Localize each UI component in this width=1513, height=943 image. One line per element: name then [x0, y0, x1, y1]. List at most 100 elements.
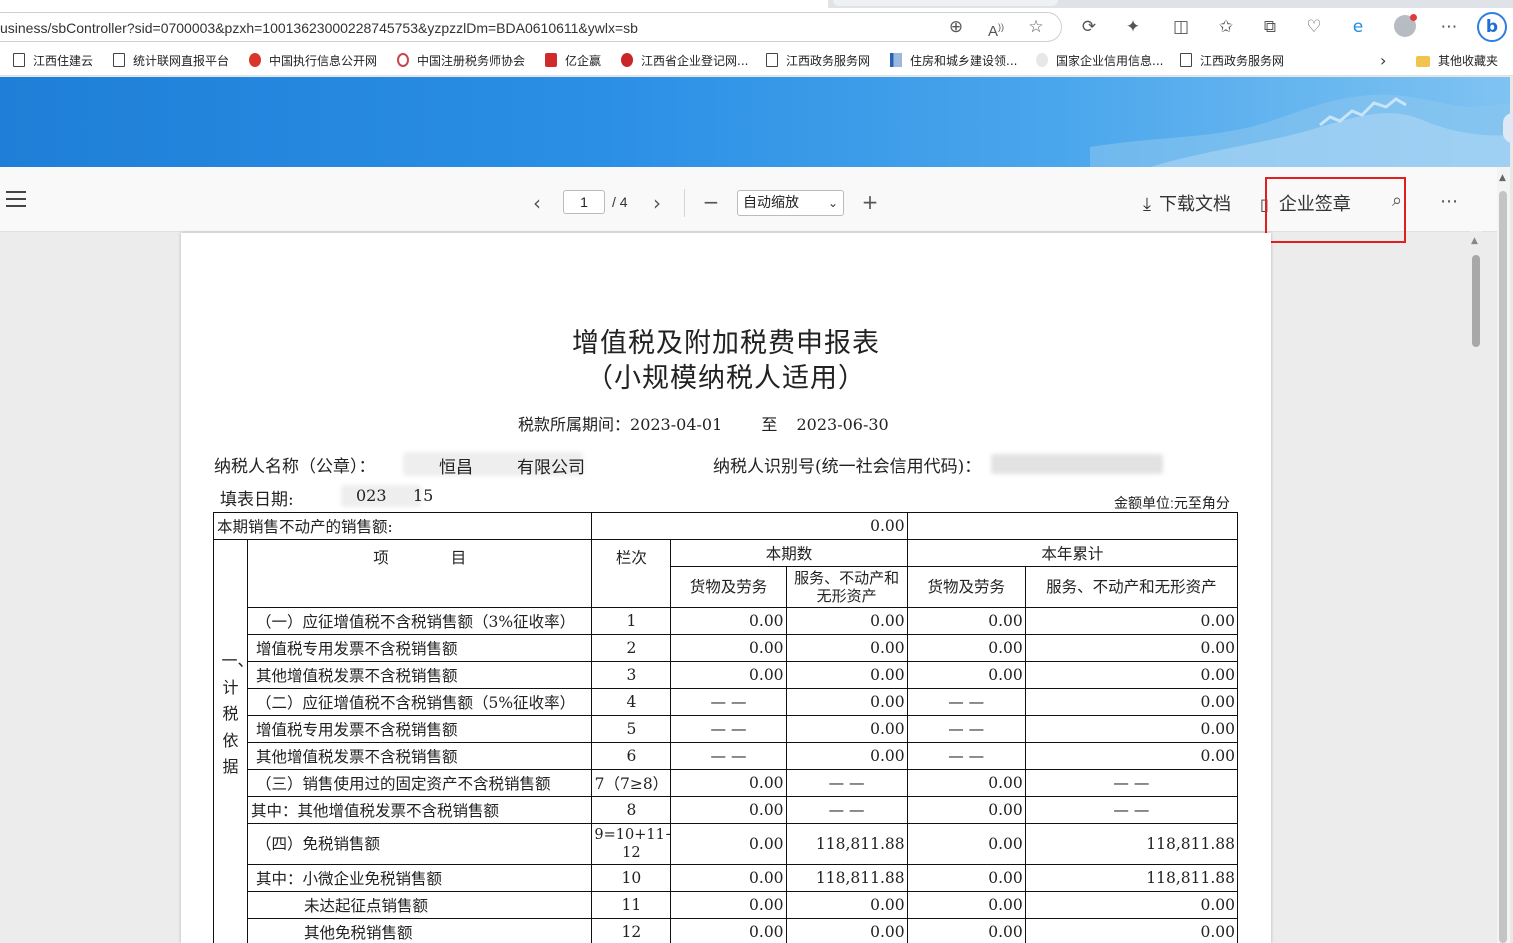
row-current-goods: 0.00: [670, 769, 787, 797]
favorite-star-icon[interactable]: ☆: [1025, 16, 1047, 38]
sidebar-toggle-icon[interactable]: [6, 191, 26, 207]
active-tab[interactable]: [0, 0, 828, 8]
bookmark-item[interactable]: 住房和城乡建设领...: [890, 52, 1017, 70]
row-ytd-services: 0.00: [1024, 891, 1239, 919]
tax-period-start: 2023-04-01: [630, 415, 723, 434]
bookmark-item[interactable]: 江西政务服务网: [1180, 52, 1284, 70]
row-current-services: 0.00: [785, 607, 908, 635]
scrollbar-thumb[interactable]: [1472, 255, 1480, 347]
tax-period: 税款所属期间：2023-04-01 至 2023-06-30: [518, 411, 889, 435]
emblem-icon: [249, 53, 261, 67]
next-page-icon[interactable]: ›: [648, 191, 666, 215]
zoom-icon[interactable]: ⊕: [945, 16, 967, 38]
bookmark-label: 江西政务服务网: [786, 54, 871, 68]
read-aloud-icon[interactable]: A)): [985, 16, 1007, 40]
refresh-extension-icon[interactable]: ⟳: [1078, 16, 1100, 38]
bing-copilot-icon[interactable]: b: [1477, 12, 1507, 42]
other-bookmarks-label: 其他收藏夹: [1438, 54, 1499, 68]
document-title: 增值税及附加税费申报表: [572, 328, 880, 359]
row-item: 其他免税销售额: [247, 918, 593, 943]
row-ytd-services: 0.00: [1024, 918, 1239, 943]
extensions-icon[interactable]: ✦: [1122, 16, 1144, 38]
chevron-right-icon[interactable]: ›: [1380, 51, 1386, 70]
scroll-up-arrow-icon[interactable]: ▲: [1499, 173, 1506, 183]
bookmark-item[interactable]: 中国注册税务师协会: [397, 52, 525, 70]
row-ytd-services: 0.00: [1024, 607, 1239, 635]
section-label: 一、计税依据: [212, 539, 249, 943]
row-ytd-goods: 0.00: [906, 918, 1026, 943]
bookmark-item[interactable]: 国家企业信用信息...: [1036, 52, 1163, 70]
great-wall-illustration: [1090, 94, 1510, 167]
subheader-services: 服务、不动产和 无形资产: [785, 566, 908, 608]
real-estate-value: 0.00: [591, 512, 908, 540]
row-item: 增值税专用发票不含税销售额: [247, 634, 593, 662]
row-current-services: 0.00: [785, 918, 908, 943]
row-current-services: 118,811.88: [785, 864, 908, 892]
address-bar: usiness/sbController?sid=0700003&pzxh=10…: [0, 8, 1513, 46]
bookmark-label: 中国执行信息公开网: [269, 54, 378, 68]
side-panel-handle[interactable]: [1503, 113, 1513, 143]
split-screen-icon[interactable]: ◫: [1170, 16, 1192, 38]
header-year-to-date: 本年累计: [906, 539, 1239, 567]
zoom-select[interactable]: 自动缩放 ⌄: [737, 190, 844, 216]
faded-logo-icon: [1036, 53, 1048, 67]
row-column-number: 9=10+11+ 12: [591, 823, 672, 865]
bookmark-item[interactable]: 亿企赢: [545, 52, 601, 70]
bookmark-item[interactable]: 江西省企业登记网...: [621, 52, 748, 70]
row-item: （一）应征增值税不含税销售额（3%征收率）: [247, 607, 593, 635]
inactive-tab[interactable]: [833, 0, 1058, 6]
table-row: 其他免税销售额 12 0.00 0.00 0.00 0.00: [214, 918, 1239, 943]
row-ytd-services: 0.00: [1024, 715, 1239, 743]
search-icon[interactable]: ⌕: [1386, 189, 1408, 213]
document-scrollbar[interactable]: ▲: [1470, 231, 1482, 943]
previous-page-icon[interactable]: ‹: [528, 191, 546, 215]
browser-essentials-icon[interactable]: ♡: [1303, 16, 1325, 38]
page-number-input[interactable]: 1: [563, 190, 605, 214]
row-column-number: 10: [591, 864, 672, 892]
other-bookmarks-folder[interactable]: 其他收藏夹: [1416, 52, 1498, 70]
row-current-goods: 0.00: [670, 823, 787, 865]
download-button[interactable]: ⤓ 下载文档: [1143, 193, 1231, 217]
bookmark-label: 住房和城乡建设领...: [910, 54, 1018, 68]
row-item: 未达起征点销售额: [247, 891, 593, 919]
bookmark-item[interactable]: 中国执行信息公开网: [249, 52, 377, 70]
scrollbar-thumb[interactable]: [1499, 191, 1507, 943]
page-scrollbar[interactable]: ▲: [1497, 167, 1510, 943]
header-current-period: 本期数: [670, 539, 908, 567]
row-item: 其中：小微企业免税销售额: [247, 864, 593, 892]
zoom-value: 自动缩放: [743, 195, 799, 211]
taxpayer-name-label: 纳税人名称（公章）：: [214, 457, 376, 477]
taxpayer-name-fragment: 恒昌: [439, 458, 473, 478]
chevron-down-icon: ⌄: [827, 196, 838, 210]
row-column-number: 8: [591, 796, 672, 824]
row-column-number: 11: [591, 891, 672, 919]
bookmark-item[interactable]: 江西住建云: [13, 52, 93, 70]
table-row: （四）免税销售额 9=10+11+ 12 0.00 118,811.88 0.0…: [214, 823, 1239, 865]
zoom-in-icon[interactable]: +: [860, 190, 880, 214]
collections-icon[interactable]: ⧉: [1259, 16, 1281, 38]
table-row: 增值税专用发票不含税销售额 2 0.00 0.00 0.00 0.00: [214, 634, 1239, 662]
table-row: 其中：其他增值税发票不含税销售额 8 0.00 — — 0.00 — —: [214, 796, 1239, 824]
bookmark-item[interactable]: 统计联网直报平台: [113, 52, 229, 70]
more-options-icon[interactable]: ⋯: [1440, 191, 1459, 212]
edge-extension-icon[interactable]: e: [1347, 16, 1369, 38]
zoom-out-icon[interactable]: −: [701, 190, 721, 214]
favorites-icon[interactable]: ✩: [1215, 16, 1237, 38]
red-highlight-box: [1265, 177, 1406, 243]
bookmark-item[interactable]: 江西政务服务网: [766, 52, 870, 70]
url-field[interactable]: usiness/sbController?sid=0700003&pzxh=10…: [0, 12, 1062, 42]
scroll-up-arrow-icon[interactable]: ▲: [1471, 236, 1478, 246]
bookmark-label: 江西政务服务网: [1200, 54, 1285, 68]
table-row: 其中：小微企业免税销售额 10 0.00 118,811.88 0.00 118…: [214, 864, 1239, 892]
settings-more-icon[interactable]: ⋯: [1438, 16, 1460, 38]
row-current-services: 118,811.88: [785, 823, 908, 865]
row-ytd-goods: 0.00: [906, 607, 1026, 635]
tax-period-to: 至: [761, 415, 778, 434]
row-ytd-goods: — —: [906, 742, 1026, 770]
site-banner: [0, 77, 1510, 167]
row-current-services: 0.00: [785, 634, 908, 662]
row-column-number: 2: [591, 634, 672, 662]
tax-period-end: 2023-06-30: [796, 415, 889, 434]
folder-icon: [1416, 56, 1430, 67]
bookmark-label: 亿企赢: [565, 54, 602, 68]
